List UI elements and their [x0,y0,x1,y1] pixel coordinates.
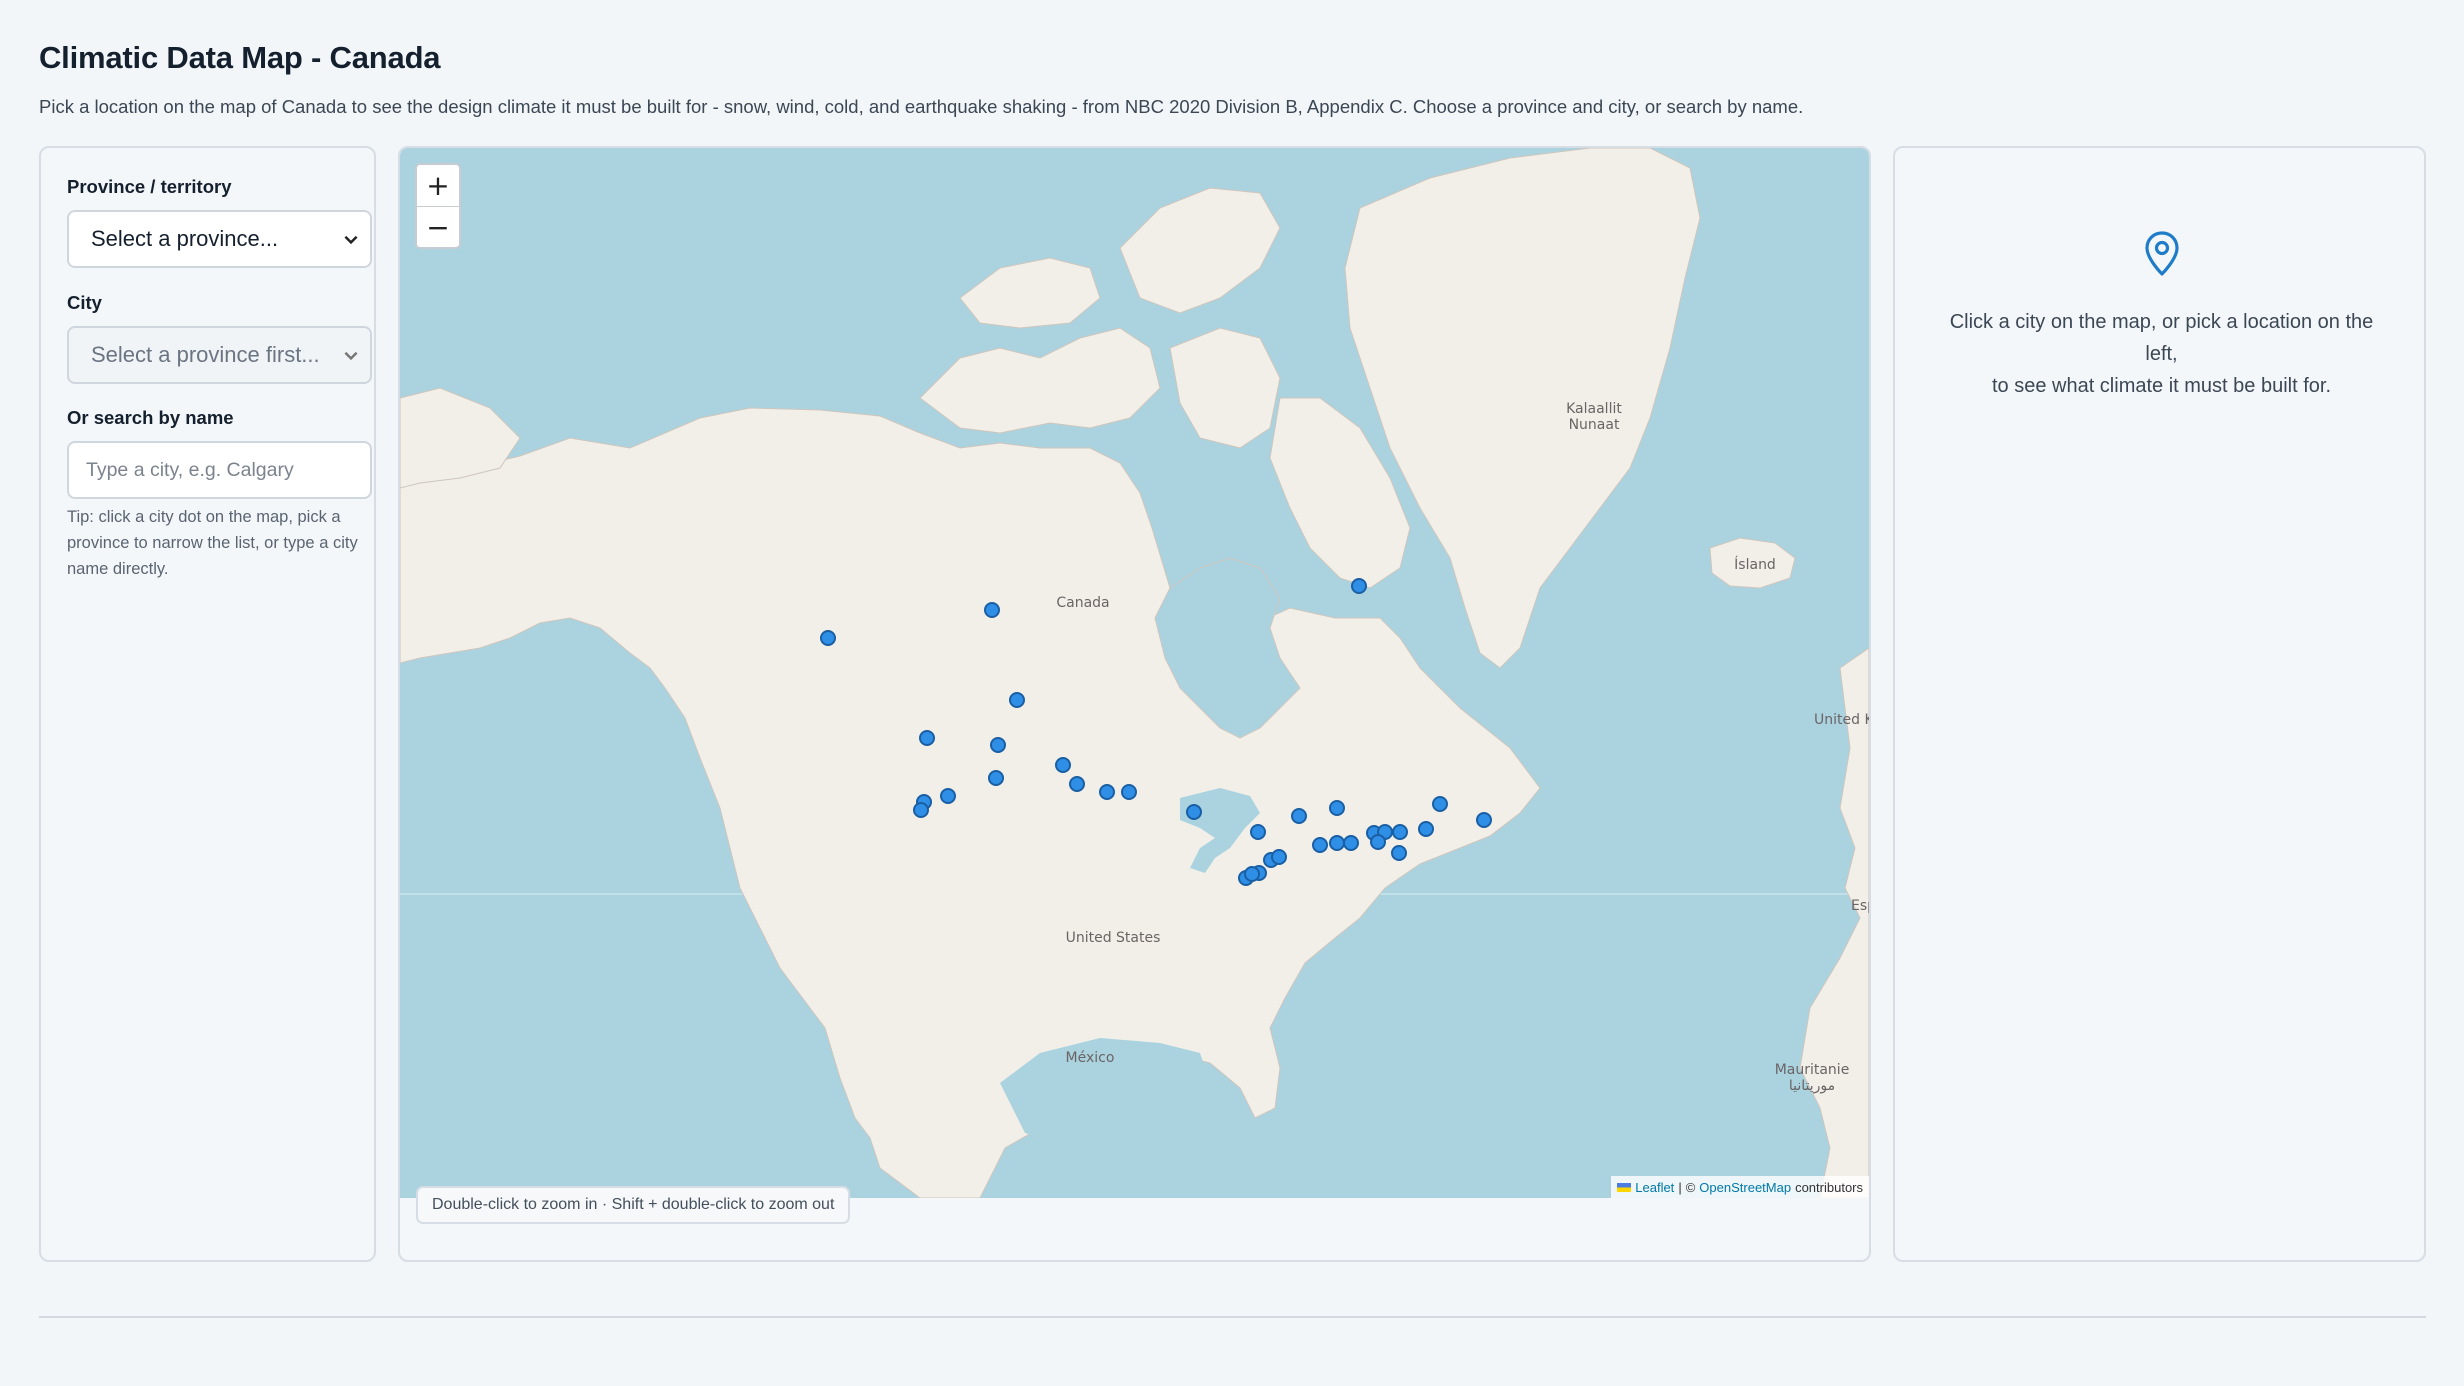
city-marker[interactable] [984,602,1000,618]
city-marker[interactable] [1392,824,1408,840]
map-pin-icon [2145,231,2179,276]
europe-africa-land [1799,647,1869,1198]
city-marker[interactable] [1009,692,1025,708]
city-marker[interactable] [919,730,935,746]
city-marker[interactable] [1244,866,1260,882]
label-canada: Canada [1056,595,1109,611]
attribution-separator: | [1678,1179,1682,1195]
label-united-states: United States [1066,930,1161,946]
zoom-control: + − [415,163,461,249]
label-spain: Esp [1851,898,1869,914]
city-marker[interactable] [913,802,929,818]
city-select-value: Select a province first... [91,342,320,367]
location-panel: Province / territory Select a province..… [39,146,376,1262]
city-marker[interactable] [1329,835,1345,851]
contributors-text: contributors [1795,1179,1863,1195]
zoom-out-button[interactable]: − [417,206,459,247]
city-label: City [67,292,102,313]
empty-state-message: Click a city on the map, or pick a locat… [1945,306,2378,402]
label-mexico: México [1066,1050,1115,1066]
city-marker[interactable] [1099,784,1115,800]
ukraine-flag-icon [1617,1182,1632,1192]
zoom-hint: Double-click to zoom in · Shift + double… [416,1186,851,1224]
city-marker[interactable] [988,770,1004,786]
province-select[interactable]: Select a province... [67,210,372,268]
city-marker[interactable] [1069,776,1085,792]
city-marker[interactable] [1391,845,1407,861]
chevron-down-icon [344,351,358,361]
zoom-in-button[interactable]: + [417,165,459,206]
city-marker[interactable] [1351,578,1367,594]
page-description: Pick a location on the map of Canada to … [39,96,1804,117]
search-input[interactable]: Type a city, e.g. Calgary [67,441,372,499]
page-title: Climatic Data Map - Canada [39,40,441,75]
map-panel: Canada United States México Kalaallit Nu… [398,146,1871,1262]
city-marker[interactable] [1418,821,1434,837]
city-marker[interactable] [1343,835,1359,851]
chevron-down-icon [344,235,358,245]
city-marker[interactable] [1250,824,1266,840]
city-marker[interactable] [1291,808,1307,824]
leaflet-link[interactable]: Leaflet [1635,1180,1674,1195]
label-uk: United K [1814,712,1869,728]
empty-state-line-1: Click a city on the map, or pick a locat… [1949,311,2374,365]
city-marker[interactable] [820,630,836,646]
label-mauritania-2: موريتانيا [1789,1078,1835,1094]
city-marker[interactable] [940,788,956,804]
city-marker[interactable] [1121,784,1137,800]
map-attribution: Leaflet | © OpenStreetMap contributors [1611,1176,1869,1198]
empty-state-line-2: to see what climate it must be built for… [1991,375,2332,397]
details-panel: Click a city on the map, or pick a locat… [1893,146,2426,1262]
label-mauritania-1: Mauritanie [1775,1062,1850,1078]
osm-link[interactable]: OpenStreetMap [1699,1180,1791,1195]
label-greenland-2: Nunaat [1569,417,1620,433]
province-label: Province / territory [67,176,232,197]
label-iceland: Ísland [1734,556,1776,573]
tip-text: Tip: click a city dot on the map, pick a… [67,508,358,578]
footer-divider [39,1316,2426,1318]
city-marker[interactable] [1055,757,1071,773]
city-marker[interactable] [1329,800,1345,816]
city-marker[interactable] [1312,837,1328,853]
search-label: Or search by name [67,407,234,428]
search-input-placeholder: Type a city, e.g. Calgary [86,458,294,481]
label-greenland-1: Kalaallit [1566,401,1622,417]
city-marker[interactable] [1476,812,1492,828]
city-marker[interactable] [1186,804,1202,820]
city-marker[interactable] [990,737,1006,753]
map-canvas[interactable]: Canada United States México Kalaallit Nu… [400,148,1869,1198]
province-select-value: Select a province... [91,226,279,251]
city-marker[interactable] [1432,796,1448,812]
city-marker[interactable] [1271,849,1287,865]
city-marker[interactable] [1370,834,1386,850]
basemap[interactable]: Canada United States México Kalaallit Nu… [400,148,1869,1198]
copyright-symbol: © [1685,1179,1696,1195]
city-select[interactable]: Select a province first... [67,326,372,384]
greenland-land [1344,148,1701,669]
